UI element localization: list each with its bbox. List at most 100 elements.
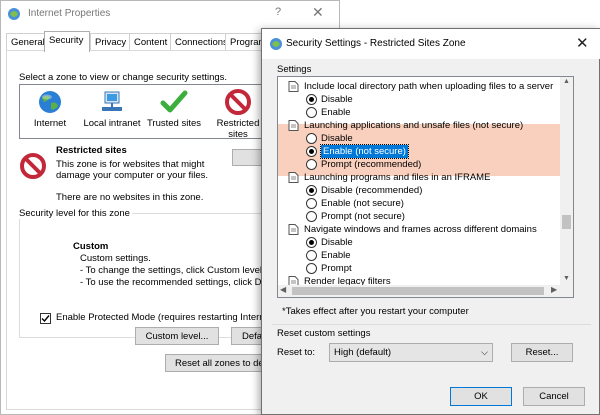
custom-level-button[interactable]: Custom level... [135, 327, 219, 345]
reset-button[interactable]: Reset... [511, 343, 573, 362]
zone-description-line-1: This zone is for websites that might [56, 159, 205, 170]
reset-to-label: Reset to: [277, 347, 316, 358]
tab-general[interactable]: General [6, 33, 45, 51]
settings-label: Settings [277, 64, 312, 75]
dialog-close-button[interactable]: ✕ [576, 34, 589, 52]
custom-heading: Custom [73, 241, 109, 252]
zone-label: Internet [33, 118, 67, 129]
checkmark-icon [160, 90, 188, 113]
setting-option[interactable]: Disable [278, 93, 561, 106]
document-icon [288, 172, 299, 183]
restricted-large-icon [20, 153, 46, 179]
globe-icon [39, 91, 61, 113]
setting-option-label[interactable]: Disable (recommended) [321, 184, 422, 197]
setting-option[interactable]: Prompt (recommended) [278, 158, 561, 171]
zone-label: Local intranet [83, 118, 141, 129]
setting-option-label[interactable]: Disable [321, 236, 353, 249]
radio-button-selected[interactable] [306, 94, 317, 105]
setting-category: Launching applications and unsafe files … [278, 119, 561, 132]
setting-category-label: Navigate windows and frames across diffe… [304, 224, 537, 235]
security-level-label: Security level for this zone [17, 208, 132, 219]
tab-content[interactable]: Content [129, 33, 171, 51]
custom-line: Custom settings. [80, 253, 151, 264]
setting-option-label[interactable]: Enable [321, 106, 351, 119]
setting-category-label: Launching programs and files in an IFRAM… [304, 172, 491, 183]
reset-all-zones-button[interactable]: Reset all zones to defa [165, 354, 272, 372]
setting-option[interactable]: Disable [278, 236, 561, 249]
setting-option-label[interactable]: Enable (not secure) [320, 144, 409, 159]
setting-option[interactable]: Prompt [278, 262, 561, 275]
setting-option[interactable]: Disable [278, 132, 561, 145]
setting-category: Navigate windows and frames across diffe… [278, 223, 561, 236]
setting-option-label[interactable]: Enable (not secure) [321, 197, 404, 210]
scroll-left-icon[interactable]: ◀ [280, 285, 286, 294]
title-bar: Internet Properties ? ✕ [1, 1, 341, 29]
radio-button[interactable] [306, 133, 317, 144]
setting-option[interactable]: Enable [278, 249, 561, 262]
scroll-right-icon[interactable]: ▶ [551, 285, 557, 294]
setting-option[interactable]: Disable (recommended) [278, 184, 561, 197]
zone-list: Internet Local intranet Trusted sites Re… [19, 84, 274, 140]
internet-options-icon [270, 38, 282, 50]
setting-option[interactable]: Enable (not secure) [278, 144, 561, 159]
zone-label: Restricted sites [216, 118, 260, 140]
ok-button[interactable]: OK [450, 387, 512, 406]
setting-category-label: Launching applications and unsafe files … [304, 120, 524, 131]
setting-category-label: Include local directory path when upload… [304, 81, 554, 92]
horizontal-scrollbar[interactable]: ◀ ▶ [278, 285, 561, 297]
protected-mode-label: Enable Protected Mode (requires restarti… [56, 312, 282, 323]
zone-local-intranet[interactable]: Local intranet [82, 87, 142, 137]
tab-privacy[interactable]: Privacy [90, 33, 130, 51]
setting-category: Launching programs and files in an IFRAM… [278, 171, 561, 184]
setting-option-label[interactable]: Enable [321, 249, 351, 262]
security-settings-dialog: Security Settings - Restricted Sites Zon… [261, 28, 600, 415]
setting-category: Include local directory path when upload… [278, 80, 561, 93]
reset-to-value: High (default) [334, 347, 392, 358]
zone-label: Trusted sites [146, 118, 202, 129]
radio-button[interactable] [306, 107, 317, 118]
vertical-scrollbar[interactable]: ▲ ▼ [560, 77, 573, 297]
setting-option[interactable]: Enable (not secure) [278, 197, 561, 210]
radio-button-selected[interactable] [306, 146, 317, 157]
radio-button[interactable] [306, 250, 317, 261]
cancel-button[interactable]: Cancel [523, 387, 585, 406]
radio-button[interactable] [306, 211, 317, 222]
checkmark-icon [41, 315, 50, 323]
help-button[interactable]: ? [275, 6, 281, 18]
radio-button[interactable] [306, 198, 317, 209]
zone-heading: Restricted sites [56, 145, 127, 156]
dialog-title: Security Settings - Restricted Sites Zon… [286, 38, 466, 49]
close-button[interactable]: ✕ [312, 4, 324, 21]
zone-instruction: Select a zone to view or change security… [19, 72, 228, 83]
setting-option-label[interactable]: Disable [321, 132, 353, 145]
scroll-thumb[interactable] [562, 215, 571, 229]
radio-button[interactable] [306, 159, 317, 170]
setting-option-label[interactable]: Prompt (recommended) [321, 158, 421, 171]
zone-trusted-sites[interactable]: Trusted sites [144, 87, 204, 137]
restricted-icon [225, 89, 251, 115]
radio-button[interactable] [306, 263, 317, 274]
reset-to-dropdown[interactable]: High (default) ⌵ [329, 343, 493, 362]
zone-internet[interactable]: Internet [20, 87, 80, 137]
scroll-up-icon[interactable]: ▲ [563, 78, 570, 85]
restart-footnote: *Takes effect after you restart your com… [282, 306, 469, 317]
window-title: Internet Properties [28, 8, 111, 19]
setting-option[interactable]: Enable [278, 106, 561, 119]
hscroll-thumb[interactable] [292, 287, 544, 295]
protected-mode-checkbox[interactable] [40, 313, 51, 324]
settings-tree[interactable]: Include local directory path when upload… [277, 76, 574, 298]
radio-button-selected[interactable] [306, 237, 317, 248]
document-icon [288, 224, 299, 235]
setting-option-label[interactable]: Prompt [321, 262, 352, 275]
zone-restricted-sites[interactable]: Restricted sites [208, 87, 268, 140]
tab-security[interactable]: Security [44, 31, 90, 52]
setting-option[interactable]: Prompt (not secure) [278, 210, 561, 223]
scroll-down-icon[interactable]: ▼ [563, 275, 570, 282]
internet-options-icon [8, 8, 20, 20]
chevron-down-icon: ⌵ [481, 347, 488, 357]
setting-option-label[interactable]: Disable [321, 93, 353, 106]
radio-button-selected[interactable] [306, 185, 317, 196]
setting-option-label[interactable]: Prompt (not secure) [321, 210, 405, 223]
custom-line: - To change the settings, click Custom l… [80, 265, 265, 276]
tab-connections[interactable]: Connections [170, 33, 228, 51]
